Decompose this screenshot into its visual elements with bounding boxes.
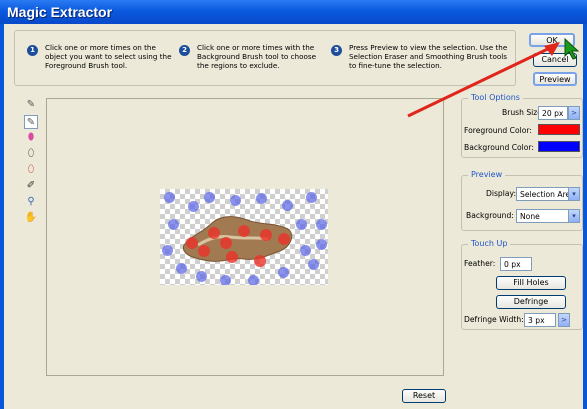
background-color-label: Background Color: bbox=[464, 143, 534, 152]
step-1-text: Click one or more times on the object yo… bbox=[45, 43, 172, 70]
defringe-width-field[interactable]: 3 px bbox=[524, 313, 556, 327]
touch-up-group: Touch Up Feather: 0 px Fill Holes Defrin… bbox=[461, 239, 583, 330]
foreground-color-label: Foreground Color: bbox=[464, 126, 532, 135]
defringe-button[interactable]: Defringe bbox=[496, 295, 566, 309]
fill-holes-button[interactable]: Fill Holes bbox=[496, 276, 566, 290]
foreground-color-swatch[interactable] bbox=[538, 124, 580, 135]
background-brush-icon[interactable]: ✎ bbox=[24, 115, 38, 129]
step-2-number-icon: 2 bbox=[179, 45, 190, 56]
display-dropdown-icon[interactable]: ▾ bbox=[568, 187, 580, 201]
display-label: Display: bbox=[486, 189, 516, 198]
preview-legend: Preview bbox=[468, 170, 506, 179]
background-color-swatch[interactable] bbox=[538, 141, 580, 152]
brush-size-field[interactable]: 20 px bbox=[538, 106, 568, 120]
zoom-icon[interactable]: ⚲ bbox=[24, 195, 38, 209]
step-3-number-icon: 3 bbox=[331, 45, 342, 56]
brush-size-arrow-icon[interactable]: > bbox=[568, 106, 580, 120]
defringe-width-arrow-icon[interactable]: > bbox=[558, 313, 570, 327]
reset-button[interactable]: Reset bbox=[402, 389, 446, 403]
feather-label: Feather: bbox=[464, 259, 496, 268]
feather-field[interactable]: 0 px bbox=[500, 257, 532, 271]
foreground-brush-icon[interactable]: ✎ bbox=[24, 98, 38, 112]
selection-eraser-icon[interactable]: ✐ bbox=[24, 179, 38, 193]
tool-options-group: Tool Options Brush Size: 20 px > Foregro… bbox=[461, 93, 583, 158]
image-canvas[interactable] bbox=[46, 98, 444, 376]
point-eraser-icon[interactable]: ⬮ bbox=[24, 131, 38, 145]
step-1-number-icon: 1 bbox=[27, 45, 38, 56]
smoothing-brush-icon[interactable]: ⬯ bbox=[24, 163, 38, 177]
display-select[interactable]: Selection Area bbox=[516, 187, 570, 201]
add-to-selection-icon[interactable]: ⬯ bbox=[24, 147, 38, 161]
image-preview bbox=[160, 189, 328, 285]
preview-group: Preview Display: Selection Area ▾ Backgr… bbox=[461, 170, 583, 231]
window-title: Magic Extractor bbox=[7, 4, 113, 20]
magic-extractor-window: Magic Extractor 1 Click one or more time… bbox=[0, 0, 587, 409]
background-dropdown-icon[interactable]: ▾ bbox=[568, 209, 580, 223]
background-select[interactable]: None bbox=[516, 209, 570, 223]
hand-icon[interactable]: ✋ bbox=[24, 211, 38, 225]
step-2-text: Click one or more times with the Backgro… bbox=[197, 43, 317, 70]
touch-up-legend: Touch Up bbox=[468, 239, 511, 248]
background-label: Background: bbox=[466, 211, 514, 220]
defringe-width-label: Defringe Width: bbox=[464, 315, 524, 324]
title-bar: Magic Extractor bbox=[0, 0, 587, 24]
cursor-icon bbox=[564, 38, 580, 60]
tool-options-legend: Tool Options bbox=[468, 93, 523, 102]
